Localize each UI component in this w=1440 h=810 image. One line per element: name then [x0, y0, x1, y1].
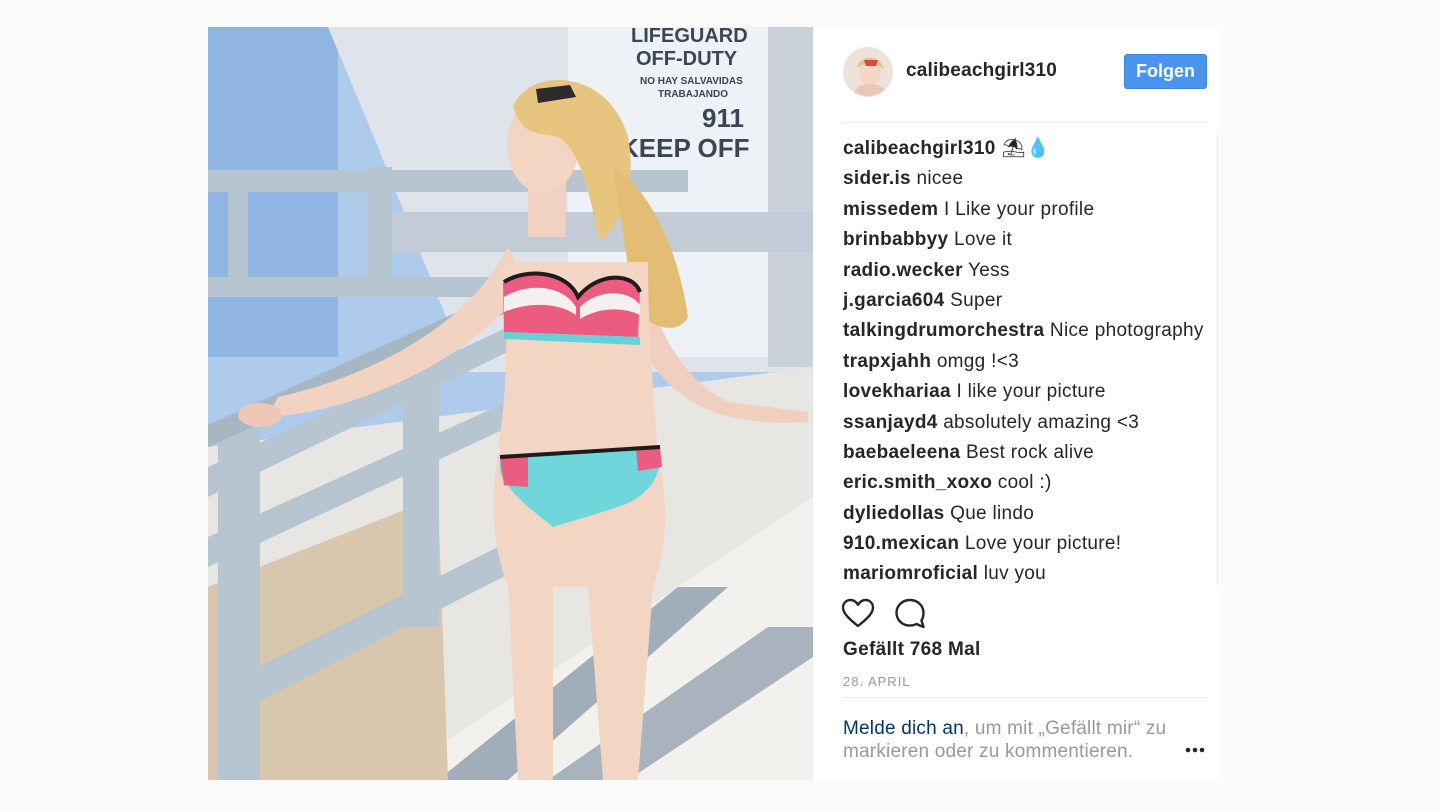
comment-icon[interactable]: [893, 597, 927, 631]
comment-row: j.garcia604 Super: [843, 286, 1217, 316]
comment-row: mariomroficial luv you: [843, 559, 1217, 585]
comment-row: dyliedollas Que lindo: [843, 499, 1217, 529]
heart-icon[interactable]: [841, 597, 875, 631]
comment-text: I like your picture: [956, 381, 1106, 403]
comment-text: cool :): [997, 472, 1052, 494]
comment-username[interactable]: trapxjahh: [843, 351, 931, 372]
comment-text: Yess: [968, 259, 1010, 281]
comment-text: Que lindo: [950, 502, 1035, 524]
post-sidebar: calibeachgirl310 Folgen calibeachgirl310…: [813, 27, 1219, 780]
sign-text-trabajando: TRABAJANDO: [658, 89, 728, 100]
comment-username[interactable]: brinbabbyy: [843, 229, 948, 250]
comment-text: Super: [950, 289, 1003, 311]
comment-text: Love it: [954, 229, 1013, 251]
post-header: calibeachgirl310 Folgen: [813, 27, 1219, 122]
action-bar: [841, 597, 961, 631]
comment-username[interactable]: baebaeleena: [843, 442, 960, 463]
comments-list[interactable]: calibeachgirl310 ⛱💧 sider.is nicee missede…: [843, 134, 1218, 585]
caption-emoji: ⛱💧: [1001, 138, 1051, 159]
caption-username[interactable]: calibeachgirl310: [843, 138, 996, 159]
comment-row: trapxjahh omgg !<3: [843, 347, 1217, 377]
header-username[interactable]: calibeachgirl310: [906, 60, 1057, 82]
comment-username[interactable]: eric.smith_xoxo: [843, 472, 992, 493]
footer-divider: [843, 697, 1207, 698]
comment-row: missedem I Like your profile: [843, 195, 1217, 225]
sign-text-keepoff: KEEP OFF: [620, 133, 750, 163]
more-options-icon[interactable]: [1183, 740, 1207, 760]
login-link[interactable]: Melde dich an: [843, 718, 964, 739]
sign-text-911: 911: [702, 103, 744, 133]
comment-username[interactable]: j.garcia604: [843, 290, 945, 311]
comment-row: radio.wecker Yess: [843, 256, 1217, 286]
caption: calibeachgirl310 ⛱💧: [843, 134, 1217, 164]
comment-row: lovekhariaa I like your picture: [843, 377, 1217, 407]
sign-text-no-hay: NO HAY SALVAVIDAS: [640, 76, 743, 87]
sign-text-lifeguard: LIFEGUARD: [631, 27, 748, 47]
comment-row: talkingdrumorchestra Nice photography: [843, 316, 1217, 346]
like-count[interactable]: Gefällt 768 Mal: [843, 639, 981, 661]
header-divider: [843, 122, 1207, 123]
comment-username[interactable]: mariomroficial: [843, 563, 978, 584]
comment-username[interactable]: talkingdrumorchestra: [843, 320, 1044, 341]
post-photo[interactable]: LIFEGUARD OFF-DUTY NO HAY SALVAVIDAS TRA…: [208, 27, 813, 780]
comment-text: omgg !<3: [936, 350, 1019, 372]
comment-row: eric.smith_xoxo cool :): [843, 468, 1217, 498]
comment-text: Best rock alive: [965, 441, 1095, 463]
comment-row: baebaeleena Best rock alive: [843, 438, 1217, 468]
comment-text: nicee: [916, 168, 964, 190]
comment-username[interactable]: ssanjayd4: [843, 412, 938, 433]
comment-username[interactable]: lovekhariaa: [843, 381, 951, 402]
comment-row: sider.is nicee: [843, 164, 1217, 194]
comment-text: absolutely amazing <3: [943, 411, 1140, 433]
user-avatar[interactable]: [843, 47, 893, 97]
comment-username[interactable]: sider.is: [843, 168, 911, 189]
comment-text: luv you: [983, 563, 1047, 585]
instagram-post-embed: LIFEGUARD OFF-DUTY NO HAY SALVAVIDAS TRA…: [0, 0, 1440, 810]
comment-username[interactable]: radio.wecker: [843, 260, 963, 281]
comment-username[interactable]: dyliedollas: [843, 503, 945, 524]
follow-button[interactable]: Folgen: [1124, 54, 1207, 89]
comment-username[interactable]: missedem: [843, 199, 938, 220]
login-prompt: Melde dich an, um mit „Gefällt mir“ zu m…: [843, 717, 1183, 763]
comment-row: 910.mexican Love your picture!: [843, 529, 1217, 559]
comment-username[interactable]: 910.mexican: [843, 533, 959, 554]
comment-row: brinbabbyy Love it: [843, 225, 1217, 255]
comment-text: Love your picture!: [964, 533, 1122, 555]
comment-row: ssanjayd4 absolutely amazing <3: [843, 408, 1217, 438]
sign-text-offduty: OFF-DUTY: [636, 48, 738, 70]
comment-text: Nice photography: [1049, 320, 1204, 342]
comment-text: I Like your profile: [943, 198, 1095, 220]
post-date: 28. APRIL: [843, 674, 911, 689]
avatar-image: [844, 48, 892, 96]
post-photo-illustration: LIFEGUARD OFF-DUTY NO HAY SALVAVIDAS TRA…: [208, 27, 813, 780]
